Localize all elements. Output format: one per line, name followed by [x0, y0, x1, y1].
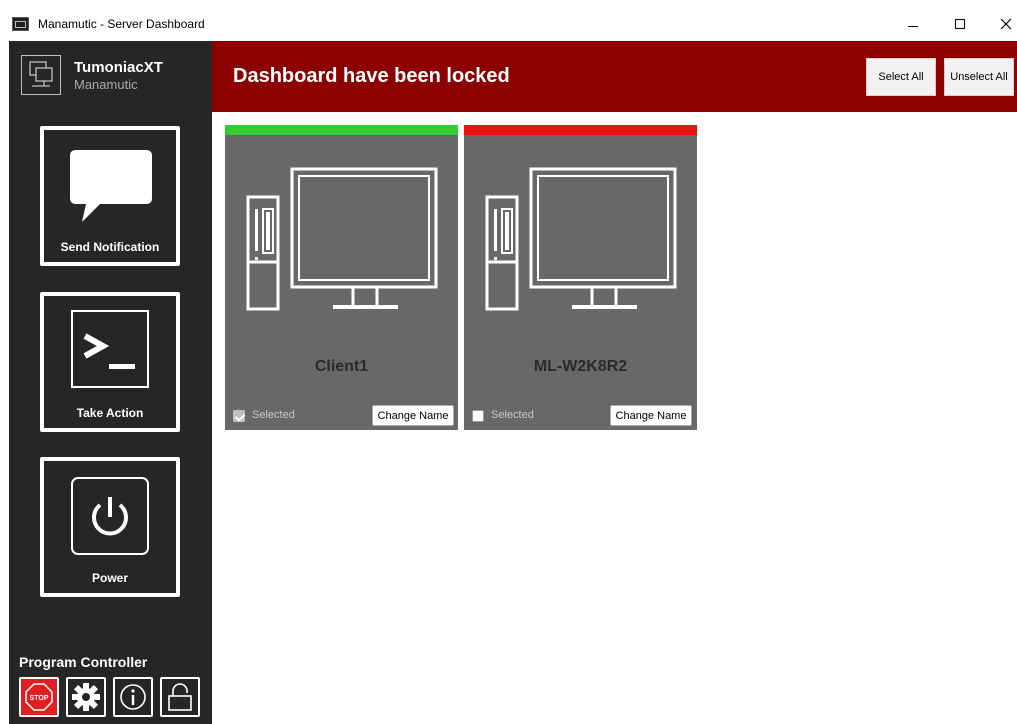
- status-bar-offline: [464, 125, 697, 135]
- window-title: Manamutic - Server Dashboard: [38, 17, 205, 31]
- stop-icon: STOP: [25, 683, 53, 711]
- selected-checkbox[interactable]: [233, 410, 245, 422]
- send-notification-label: Send Notification: [60, 240, 160, 254]
- computer-icon: [246, 167, 438, 311]
- power-button[interactable]: Power: [40, 457, 180, 597]
- unlock-button[interactable]: [160, 677, 200, 717]
- terminal-icon: [71, 310, 149, 388]
- maximize-button[interactable]: [940, 10, 980, 38]
- minimize-icon: [908, 25, 918, 27]
- selected-label: Selected: [252, 409, 295, 421]
- computer-icon: [485, 167, 677, 311]
- change-name-button[interactable]: Change Name: [372, 405, 454, 426]
- change-name-button[interactable]: Change Name: [610, 405, 692, 426]
- program-controller-title: Program Controller: [19, 654, 148, 670]
- chat-bubble-icon: [70, 150, 152, 222]
- sidebar: TumoniacXT Manamutic Send Notification T…: [9, 41, 212, 724]
- minimize-button[interactable]: [893, 10, 933, 38]
- unlock-icon: [168, 683, 192, 711]
- brand-subtitle: Manamutic: [74, 77, 138, 92]
- stop-icon-text: STOP: [30, 695, 49, 702]
- take-action-button[interactable]: Take Action: [40, 292, 180, 432]
- send-notification-button[interactable]: Send Notification: [40, 126, 180, 266]
- unselect-all-button[interactable]: Unselect All: [944, 58, 1014, 96]
- client-name: Client1: [314, 358, 369, 375]
- client-card[interactable]: Client1 Selected Change Name: [225, 125, 458, 430]
- stop-button[interactable]: STOP: [19, 677, 59, 717]
- page-title: Dashboard have been locked: [233, 65, 510, 87]
- client-name: ML-W2K8R2: [533, 358, 628, 375]
- info-button[interactable]: [113, 677, 153, 717]
- info-icon: [120, 684, 146, 710]
- settings-button[interactable]: [66, 677, 106, 717]
- selected-checkbox[interactable]: [472, 410, 484, 422]
- close-icon: [1000, 18, 1012, 30]
- maximize-icon: [955, 19, 965, 29]
- close-button[interactable]: [986, 10, 1017, 38]
- brand-name: TumoniacXT: [74, 59, 163, 76]
- computers-logo-icon: [21, 55, 61, 95]
- take-action-label: Take Action: [76, 406, 144, 420]
- select-all-button[interactable]: Select All: [866, 58, 936, 96]
- gear-icon: [72, 683, 100, 711]
- client-card[interactable]: ML-W2K8R2 Selected Change Name: [464, 125, 697, 430]
- selected-label: Selected: [491, 409, 534, 421]
- dashboard-header: Dashboard have been locked Select All Un…: [212, 41, 1017, 112]
- power-icon: [71, 477, 149, 555]
- power-label: Power: [91, 571, 128, 585]
- brand: TumoniacXT Manamutic: [21, 55, 216, 95]
- window-titlebar: Manamutic - Server Dashboard: [0, 0, 1017, 40]
- app-icon: [12, 17, 29, 31]
- status-bar-online: [225, 125, 458, 135]
